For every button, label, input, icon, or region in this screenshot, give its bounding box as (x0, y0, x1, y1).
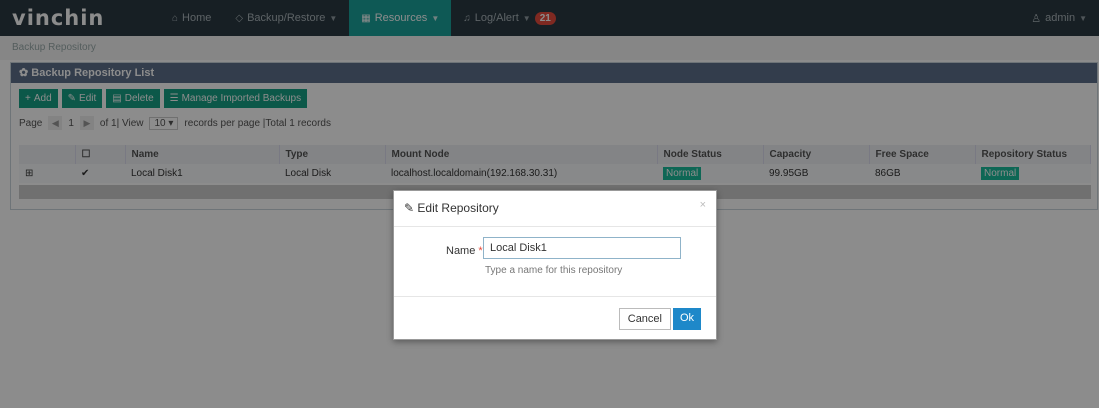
dialog-title: Edit Repository (417, 201, 499, 215)
cancel-button[interactable]: Cancel (618, 308, 671, 330)
name-input[interactable] (483, 237, 681, 259)
edit-icon: ✎ (404, 201, 418, 215)
ok-button[interactable]: Ok (672, 308, 701, 330)
name-label-text: Name (446, 245, 476, 257)
name-help-text: Type a name for this repository (485, 265, 623, 276)
dialog-header: ✎ Edit Repository × (394, 191, 716, 227)
dialog-footer: Cancel Ok (394, 297, 716, 341)
edit-repository-dialog: ✎ Edit Repository × Name * Type a name f… (393, 190, 717, 340)
dialog-body: Name * Type a name for this repository (394, 227, 716, 297)
name-label: Name * (446, 245, 483, 257)
close-icon[interactable]: × (700, 199, 706, 211)
